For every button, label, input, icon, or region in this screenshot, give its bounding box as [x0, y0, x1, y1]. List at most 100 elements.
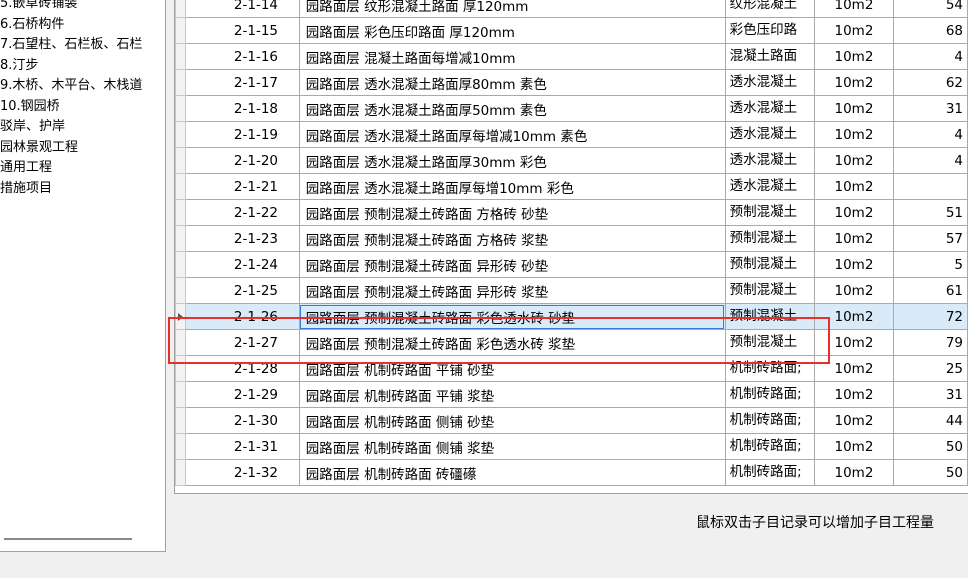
- item-code-cell[interactable]: 2-1-17: [184, 69, 300, 96]
- table-row[interactable]: 2-1-27 园路面层 预制混凝土砖路面 彩色透水砖 浆垫 预制混凝土 10m2 79: [175, 329, 968, 356]
- table-row[interactable]: 2-1-26 园路面层 预制混凝土砖路面 彩色透水砖 砂垫 预制混凝土 10m2 72: [175, 303, 968, 330]
- table-row[interactable]: 2-1-19 园路面层 透水混凝土路面厚每增减10mm 素色 透水混凝土 10m2 4: [175, 121, 968, 148]
- item-short-name-cell[interactable]: 透水混凝土: [724, 95, 815, 122]
- item-unit-cell[interactable]: 10m2: [813, 433, 895, 460]
- item-quantity-cell[interactable]: 51: [893, 199, 968, 226]
- tree-horizontal-scrollbar[interactable]: [4, 538, 132, 540]
- table-row[interactable]: 2-1-30 园路面层 机制砖路面 侧铺 砂垫 机制砖路面; 10m2 44: [175, 407, 968, 434]
- item-name-cell[interactable]: 园路面层 机制砖路面 平铺 砂垫: [298, 355, 726, 382]
- item-unit-cell[interactable]: 10m2: [813, 381, 895, 408]
- item-name-cell[interactable]: 园路面层 纹形混凝土路面 厚120mm: [298, 0, 726, 18]
- item-unit-cell[interactable]: 10m2: [813, 251, 895, 278]
- item-short-name-cell[interactable]: 预制混凝土: [724, 303, 815, 330]
- row-indicator[interactable]: [175, 329, 186, 356]
- table-row[interactable]: 2-1-16 园路面层 混凝土路面每增减10mm 混凝土路面 10m2 4: [175, 43, 968, 70]
- item-code-cell[interactable]: 2-1-31: [184, 433, 300, 460]
- row-indicator[interactable]: [175, 199, 186, 226]
- item-short-name-cell[interactable]: 机制砖路面;: [724, 355, 815, 382]
- item-name-cell[interactable]: 园路面层 机制砖路面 砖礓礤: [298, 459, 726, 486]
- tree-item[interactable]: 驳岸、护岸: [0, 117, 165, 138]
- row-indicator[interactable]: [175, 147, 186, 174]
- item-unit-cell[interactable]: 10m2: [813, 173, 895, 200]
- item-unit-cell[interactable]: 10m2: [813, 0, 895, 18]
- item-name-cell[interactable]: 园路面层 机制砖路面 平铺 浆垫: [298, 381, 726, 408]
- item-quantity-cell[interactable]: 79: [893, 329, 968, 356]
- item-code-cell[interactable]: 2-1-27: [184, 329, 300, 356]
- item-unit-cell[interactable]: 10m2: [813, 95, 895, 122]
- row-indicator[interactable]: [175, 303, 186, 330]
- item-unit-cell[interactable]: 10m2: [813, 17, 895, 44]
- item-short-name-cell[interactable]: 透水混凝土: [724, 173, 815, 200]
- item-name-cell[interactable]: 园路面层 预制混凝土砖路面 方格砖 浆垫: [298, 225, 726, 252]
- item-short-name-cell[interactable]: 预制混凝土: [724, 277, 815, 304]
- item-code-cell[interactable]: 2-1-32: [184, 459, 300, 486]
- item-unit-cell[interactable]: 10m2: [813, 225, 895, 252]
- item-code-cell[interactable]: 2-1-16: [184, 43, 300, 70]
- item-code-cell[interactable]: 2-1-21: [184, 173, 300, 200]
- table-row[interactable]: 2-1-21 园路面层 透水混凝土路面厚每增10mm 彩色 透水混凝土 10m2: [175, 173, 968, 200]
- item-name-cell[interactable]: 园路面层 预制混凝土砖路面 彩色透水砖 浆垫: [298, 329, 726, 356]
- item-name-cell[interactable]: 园路面层 机制砖路面 侧铺 砂垫: [298, 407, 726, 434]
- item-code-cell[interactable]: 2-1-20: [184, 147, 300, 174]
- item-short-name-cell[interactable]: 透水混凝土: [724, 69, 815, 96]
- item-short-name-cell[interactable]: 透水混凝土: [724, 147, 815, 174]
- item-unit-cell[interactable]: 10m2: [813, 459, 895, 486]
- tree-item[interactable]: 10.钢园桥: [0, 97, 165, 118]
- item-quantity-cell[interactable]: 31: [893, 95, 968, 122]
- item-short-name-cell[interactable]: 透水混凝土: [724, 121, 815, 148]
- item-quantity-cell[interactable]: 57: [893, 225, 968, 252]
- table-row[interactable]: 2-1-25 园路面层 预制混凝土砖路面 异形砖 浆垫 预制混凝土 10m2 61: [175, 277, 968, 304]
- item-quantity-cell[interactable]: 25: [893, 355, 968, 382]
- table-row[interactable]: 2-1-15 园路面层 彩色压印路面 厚120mm 彩色压印路 10m2 68: [175, 17, 968, 44]
- item-short-name-cell[interactable]: 预制混凝土: [724, 199, 815, 226]
- item-short-name-cell[interactable]: 机制砖路面;: [724, 381, 815, 408]
- item-quantity-cell[interactable]: 31: [893, 381, 968, 408]
- row-indicator[interactable]: [175, 381, 186, 408]
- item-code-cell[interactable]: 2-1-15: [184, 17, 300, 44]
- tree-item[interactable]: 7.石望柱、石栏板、石栏: [0, 35, 165, 56]
- row-indicator[interactable]: [175, 173, 186, 200]
- item-quantity-cell[interactable]: 50: [893, 459, 968, 486]
- table-row[interactable]: 2-1-31 园路面层 机制砖路面 侧铺 浆垫 机制砖路面; 10m2 50: [175, 433, 968, 460]
- row-indicator[interactable]: [175, 433, 186, 460]
- item-quantity-cell[interactable]: 54: [893, 0, 968, 18]
- row-indicator[interactable]: [175, 121, 186, 148]
- item-quantity-cell[interactable]: 44: [893, 407, 968, 434]
- tree-item[interactable]: 园林景观工程: [0, 138, 165, 159]
- item-short-name-cell[interactable]: 预制混凝土: [724, 329, 815, 356]
- item-quantity-cell[interactable]: 4: [893, 121, 968, 148]
- item-unit-cell[interactable]: 10m2: [813, 407, 895, 434]
- item-unit-cell[interactable]: 10m2: [813, 303, 895, 330]
- item-unit-cell[interactable]: 10m2: [813, 199, 895, 226]
- row-indicator[interactable]: [175, 355, 186, 382]
- item-unit-cell[interactable]: 10m2: [813, 69, 895, 96]
- item-name-cell[interactable]: 园路面层 透水混凝土路面厚50mm 素色: [298, 95, 726, 122]
- item-code-cell[interactable]: 2-1-14: [184, 0, 300, 18]
- item-name-cell[interactable]: 园路面层 预制混凝土砖路面 异形砖 浆垫: [298, 277, 726, 304]
- row-indicator[interactable]: [175, 225, 186, 252]
- item-code-cell[interactable]: 2-1-24: [184, 251, 300, 278]
- item-code-cell[interactable]: 2-1-29: [184, 381, 300, 408]
- item-name-cell[interactable]: 园路面层 透水混凝土路面厚80mm 素色: [298, 69, 726, 96]
- item-code-cell[interactable]: 2-1-28: [184, 355, 300, 382]
- item-name-cell[interactable]: 园路面层 机制砖路面 侧铺 浆垫: [298, 433, 726, 460]
- item-short-name-cell[interactable]: 混凝土路面: [724, 43, 815, 70]
- item-code-cell[interactable]: 2-1-22: [184, 199, 300, 226]
- table-row[interactable]: 2-1-29 园路面层 机制砖路面 平铺 浆垫 机制砖路面; 10m2 31: [175, 381, 968, 408]
- item-quantity-cell[interactable]: 50: [893, 433, 968, 460]
- item-short-name-cell[interactable]: 机制砖路面;: [724, 407, 815, 434]
- item-code-cell[interactable]: 2-1-18: [184, 95, 300, 122]
- row-indicator[interactable]: [175, 69, 186, 96]
- table-row[interactable]: 2-1-20 园路面层 透水混凝土路面厚30mm 彩色 透水混凝土 10m2 4: [175, 147, 968, 174]
- row-indicator[interactable]: [175, 277, 186, 304]
- item-short-name-cell[interactable]: 预制混凝土: [724, 251, 815, 278]
- item-unit-cell[interactable]: 10m2: [813, 329, 895, 356]
- tree-item[interactable]: 8.汀步: [0, 56, 165, 77]
- tree-item[interactable]: 6.石桥构件: [0, 15, 165, 36]
- item-short-name-cell[interactable]: 彩色压印路: [724, 17, 815, 44]
- row-indicator[interactable]: [175, 95, 186, 122]
- item-unit-cell[interactable]: 10m2: [813, 355, 895, 382]
- table-row[interactable]: 2-1-28 园路面层 机制砖路面 平铺 砂垫 机制砖路面; 10m2 25: [175, 355, 968, 382]
- item-quantity-cell[interactable]: [893, 173, 968, 200]
- item-unit-cell[interactable]: 10m2: [813, 277, 895, 304]
